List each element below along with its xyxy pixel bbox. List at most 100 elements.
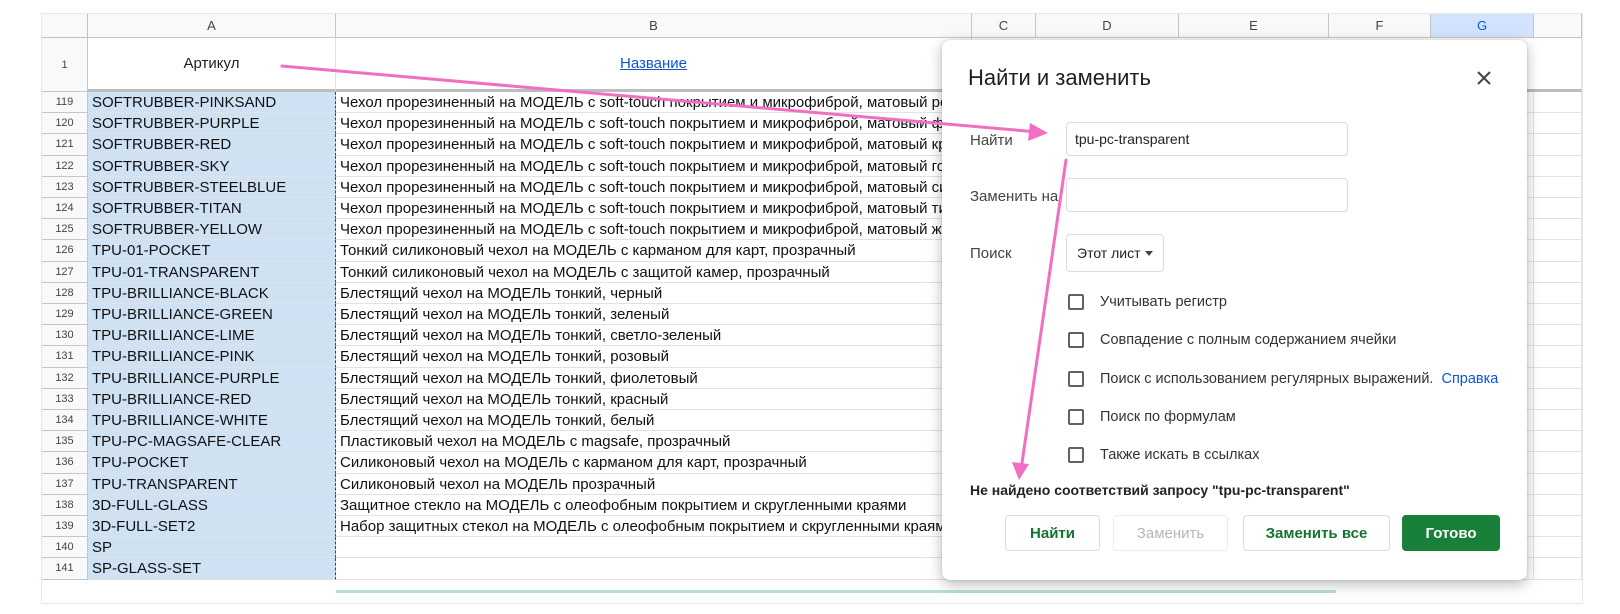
row-header[interactable]: 124 bbox=[42, 198, 88, 220]
row-header[interactable]: 125 bbox=[42, 219, 88, 241]
cell-name[interactable] bbox=[336, 537, 972, 559]
cell-empty[interactable] bbox=[1534, 155, 1582, 177]
cell-artikul[interactable]: SOFTRUBBER-STEELBLUE bbox=[88, 176, 336, 198]
formulas-checkbox[interactable] bbox=[1068, 409, 1084, 425]
cell-artikul[interactable]: TPU-BRILLIANCE-LIME bbox=[88, 325, 336, 347]
cell-name[interactable]: Блестящий чехол на МОДЕЛЬ тонкий, светло… bbox=[336, 325, 972, 347]
row-header[interactable]: 128 bbox=[42, 282, 88, 304]
column-header-b[interactable]: B bbox=[336, 14, 972, 38]
cell-name[interactable]: Чехол прорезиненный на МОДЕЛЬ с soft-tou… bbox=[336, 176, 972, 198]
cell-artikul[interactable]: TPU-01-POCKET bbox=[88, 240, 336, 262]
cell-empty[interactable] bbox=[1534, 558, 1582, 580]
cell-name[interactable] bbox=[336, 558, 972, 580]
cell-empty[interactable] bbox=[1534, 346, 1582, 368]
cell-empty[interactable] bbox=[1534, 198, 1582, 220]
row-header[interactable]: 130 bbox=[42, 325, 88, 347]
cell-artikul[interactable]: TPU-TRANSPARENT bbox=[88, 473, 336, 495]
cell-empty[interactable] bbox=[1534, 261, 1582, 283]
cell-artikul[interactable]: TPU-POCKET bbox=[88, 452, 336, 474]
replace-input[interactable] bbox=[1066, 178, 1348, 212]
row-header[interactable]: 131 bbox=[42, 346, 88, 368]
cell-empty[interactable] bbox=[1534, 388, 1582, 410]
row-header[interactable]: 139 bbox=[42, 516, 88, 538]
row-header[interactable]: 137 bbox=[42, 473, 88, 495]
column-header-f[interactable]: F bbox=[1329, 14, 1431, 38]
column-header-d[interactable]: D bbox=[1036, 14, 1179, 38]
row-header[interactable]: 120 bbox=[42, 113, 88, 135]
entire-cell-checkbox[interactable] bbox=[1068, 332, 1084, 348]
cell-artikul[interactable]: SP-GLASS-SET bbox=[88, 558, 336, 580]
row-header[interactable]: 119 bbox=[42, 92, 88, 114]
cell-artikul[interactable]: SOFTRUBBER-RED bbox=[88, 134, 336, 156]
cell-artikul[interactable]: SOFTRUBBER-YELLOW bbox=[88, 219, 336, 241]
find-button[interactable]: Найти bbox=[1005, 515, 1100, 551]
cell-name[interactable]: Чехол прорезиненный на МОДЕЛЬ с soft-tou… bbox=[336, 134, 972, 156]
done-button[interactable]: Готово bbox=[1402, 515, 1500, 551]
cell-empty[interactable] bbox=[1534, 410, 1582, 432]
row-header[interactable]: 136 bbox=[42, 452, 88, 474]
match-case-checkbox[interactable] bbox=[1068, 294, 1084, 310]
row-header-1[interactable]: 1 bbox=[42, 38, 88, 92]
row-header[interactable]: 121 bbox=[42, 134, 88, 156]
cell-name[interactable]: Блестящий чехол на МОДЕЛЬ тонкий, зелены… bbox=[336, 304, 972, 326]
replace-button[interactable]: Заменить bbox=[1113, 515, 1228, 551]
cell-name[interactable]: Чехол прорезиненный на МОДЕЛЬ с soft-tou… bbox=[336, 198, 972, 220]
cell-name[interactable]: Блестящий чехол на МОДЕЛЬ тонкий, розовы… bbox=[336, 346, 972, 368]
cell-name[interactable]: Пластиковый чехол на МОДЕЛЬ с magsafe, п… bbox=[336, 431, 972, 453]
row-header[interactable]: 126 bbox=[42, 240, 88, 262]
cell-empty[interactable] bbox=[1534, 282, 1582, 304]
cell-empty[interactable] bbox=[1534, 113, 1582, 135]
help-link[interactable]: Справка bbox=[1441, 371, 1498, 387]
cell-empty[interactable] bbox=[1534, 473, 1582, 495]
cell-empty[interactable] bbox=[1534, 537, 1582, 559]
row-header[interactable]: 133 bbox=[42, 388, 88, 410]
cell-artikul[interactable]: SOFTRUBBER-TITAN bbox=[88, 198, 336, 220]
select-all-corner[interactable] bbox=[42, 14, 88, 38]
cell-empty[interactable] bbox=[1534, 431, 1582, 453]
cell-empty[interactable] bbox=[1534, 134, 1582, 156]
cell-empty[interactable] bbox=[1534, 304, 1582, 326]
cell-name[interactable]: Блестящий чехол на МОДЕЛЬ тонкий, фиолет… bbox=[336, 367, 972, 389]
cell-artikul[interactable]: TPU-BRILLIANCE-BLACK bbox=[88, 282, 336, 304]
cell-empty[interactable] bbox=[1534, 92, 1582, 114]
cell-artikul[interactable]: TPU-BRILLIANCE-PINK bbox=[88, 346, 336, 368]
cell-artikul[interactable]: 3D-FULL-SET2 bbox=[88, 516, 336, 538]
cell-name[interactable]: Чехол прорезиненный на МОДЕЛЬ с soft-tou… bbox=[336, 113, 972, 135]
row-header[interactable]: 141 bbox=[42, 558, 88, 580]
row-header[interactable]: 132 bbox=[42, 367, 88, 389]
cell-empty[interactable] bbox=[1534, 516, 1582, 538]
cell-name[interactable]: Чехол прорезиненный на МОДЕЛЬ с soft-tou… bbox=[336, 219, 972, 241]
cell-name[interactable]: Блестящий чехол на МОДЕЛЬ тонкий, черный bbox=[336, 282, 972, 304]
cell-artikul[interactable]: SP bbox=[88, 537, 336, 559]
option-regex[interactable]: Поиск с использованием регулярных выраже… bbox=[1068, 371, 1498, 387]
cell-artikul[interactable]: TPU-PC-MAGSAFE-CLEAR bbox=[88, 431, 336, 453]
row-header[interactable]: 135 bbox=[42, 431, 88, 453]
cell-name[interactable]: Блестящий чехол на МОДЕЛЬ тонкий, белый bbox=[336, 410, 972, 432]
links-checkbox[interactable] bbox=[1068, 447, 1084, 463]
row-header[interactable]: 123 bbox=[42, 176, 88, 198]
search-scope-dropdown[interactable]: Этот лист bbox=[1066, 234, 1164, 272]
cell-empty[interactable] bbox=[1534, 176, 1582, 198]
cell-artikul[interactable]: SOFTRUBBER-PURPLE bbox=[88, 113, 336, 135]
cell-empty[interactable] bbox=[1534, 367, 1582, 389]
header-cell-artikul[interactable]: Артикул bbox=[88, 38, 336, 92]
row-header[interactable]: 127 bbox=[42, 261, 88, 283]
cell-name[interactable]: Чехол прорезиненный на МОДЕЛЬ с soft-tou… bbox=[336, 155, 972, 177]
cell-artikul[interactable]: TPU-01-TRANSPARENT bbox=[88, 261, 336, 283]
cell-artikul[interactable]: TPU-BRILLIANCE-PURPLE bbox=[88, 367, 336, 389]
cell-empty[interactable] bbox=[1534, 240, 1582, 262]
option-entire-cell[interactable]: Совпадение с полным содержанием ячейки bbox=[1068, 332, 1396, 348]
option-formulas[interactable]: Поиск по формулам bbox=[1068, 409, 1236, 425]
replace-all-button[interactable]: Заменить все bbox=[1243, 515, 1390, 551]
cell-artikul[interactable]: TPU-BRILLIANCE-RED bbox=[88, 388, 336, 410]
cell-name[interactable]: Силиконовый чехол на МОДЕЛЬ прозрачный bbox=[336, 473, 972, 495]
cell-name[interactable]: Чехол прорезиненный на МОДЕЛЬ с soft-tou… bbox=[336, 92, 972, 114]
option-links[interactable]: Также искать в ссылках bbox=[1068, 447, 1259, 463]
find-input[interactable] bbox=[1066, 122, 1348, 156]
close-icon[interactable] bbox=[1472, 66, 1496, 90]
column-header-c[interactable]: C bbox=[972, 14, 1036, 38]
column-header-a[interactable]: A bbox=[88, 14, 336, 38]
row-header[interactable]: 138 bbox=[42, 494, 88, 516]
cell-name[interactable]: Набор защитных стекол на МОДЕЛЬ с олеофо… bbox=[336, 516, 972, 538]
cell-empty[interactable] bbox=[1534, 452, 1582, 474]
